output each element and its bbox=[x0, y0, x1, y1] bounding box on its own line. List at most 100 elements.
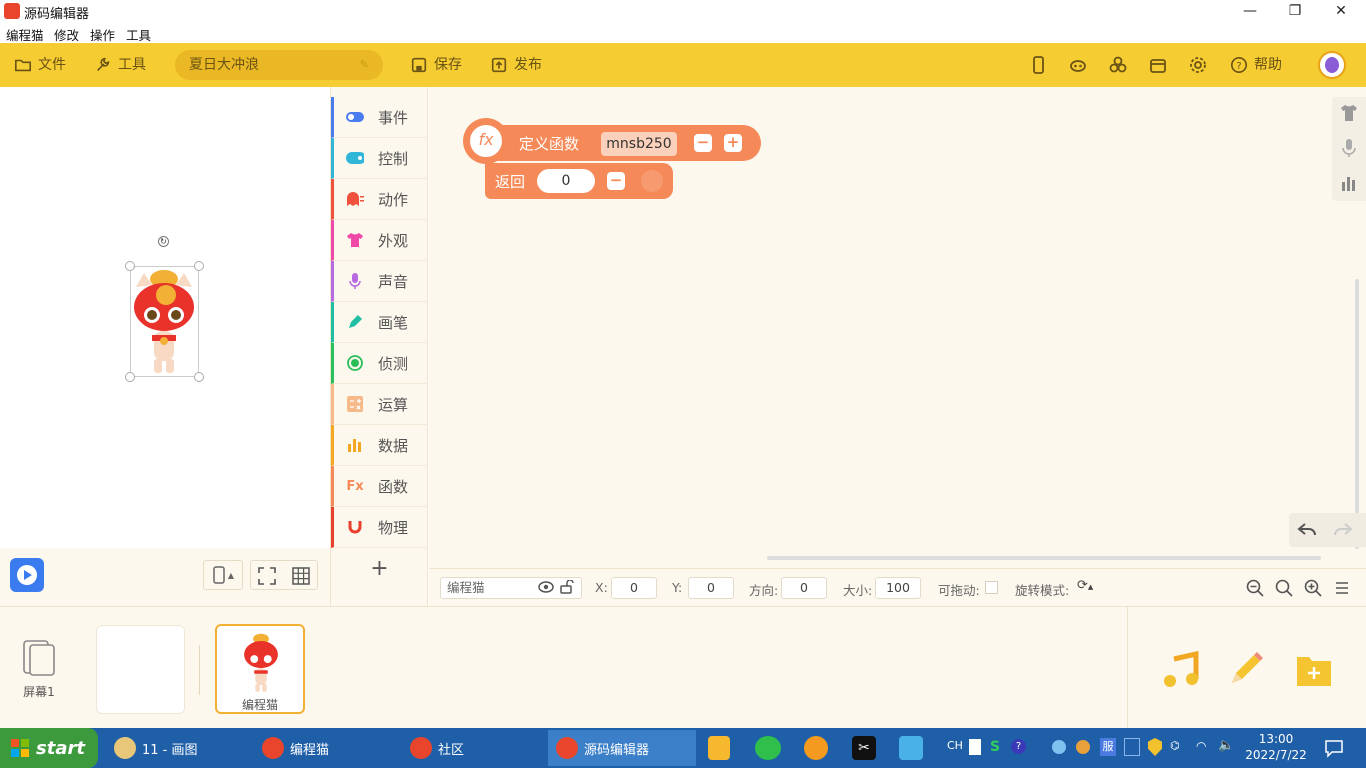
wechat-icon[interactable] bbox=[755, 736, 781, 760]
task-community[interactable]: 社区 bbox=[402, 730, 542, 766]
paint-editor-icon[interactable] bbox=[1226, 649, 1266, 689]
run-button[interactable] bbox=[10, 558, 44, 592]
device-button[interactable] bbox=[1021, 43, 1055, 87]
fx-icon: fx bbox=[478, 130, 494, 149]
undo-icon[interactable] bbox=[1297, 521, 1317, 539]
save-label: 保存 bbox=[434, 57, 462, 73]
rotate-handle-icon[interactable]: ↻ bbox=[158, 236, 169, 247]
rotation-mode-select[interactable]: ⟳▲ bbox=[1077, 578, 1093, 593]
category-data[interactable]: 数据 bbox=[331, 425, 428, 466]
stage[interactable]: ↻ bbox=[10, 87, 330, 548]
music-library-icon[interactable] bbox=[1162, 651, 1200, 689]
return-value-field[interactable]: 0 bbox=[537, 169, 595, 193]
microphone-icon[interactable] bbox=[1342, 139, 1356, 157]
input-language[interactable]: CH bbox=[947, 739, 963, 752]
eye-icon[interactable] bbox=[538, 581, 554, 593]
settings-button[interactable] bbox=[1181, 43, 1215, 87]
add-param-button[interactable]: + bbox=[724, 134, 742, 152]
category-control[interactable]: 控制 bbox=[331, 138, 428, 179]
task-source-editor[interactable]: 源码编辑器 bbox=[548, 730, 696, 766]
tray-cat-icon[interactable] bbox=[1076, 740, 1090, 754]
extensions-button[interactable] bbox=[1101, 43, 1135, 87]
unlock-icon[interactable] bbox=[560, 580, 574, 594]
publish-button[interactable]: 发布 bbox=[490, 43, 542, 87]
close-button[interactable]: ✕ bbox=[1318, 0, 1364, 22]
tray-window-icon[interactable] bbox=[1124, 738, 1140, 756]
category-physics[interactable]: 物理 bbox=[331, 507, 428, 548]
user-avatar[interactable] bbox=[1318, 51, 1346, 79]
file-button[interactable]: 文件 bbox=[14, 43, 66, 87]
tools-button[interactable]: 工具 bbox=[94, 43, 146, 87]
tray-network-icon[interactable]: ⌬ bbox=[1170, 739, 1180, 752]
tray-s-icon[interactable]: S bbox=[990, 739, 1004, 755]
zoom-out-icon[interactable] bbox=[1246, 579, 1264, 597]
avatar-face-icon bbox=[1325, 57, 1339, 73]
category-sensing[interactable]: 侦测 bbox=[331, 343, 428, 384]
background-thumbnail[interactable] bbox=[96, 625, 185, 714]
save-button[interactable]: 保存 bbox=[410, 43, 462, 87]
sprite-thumbnail-codecat[interactable]: 编程猫 bbox=[215, 624, 305, 714]
shirt-icon[interactable] bbox=[1340, 105, 1358, 121]
tray-help-icon[interactable]: ? bbox=[1011, 739, 1026, 754]
project-name-field[interactable]: 夏日大冲浪 ✎ bbox=[175, 50, 383, 80]
remove-param-button[interactable]: − bbox=[694, 134, 712, 152]
add-return-value-icon[interactable] bbox=[641, 170, 663, 192]
menu-codecat[interactable]: 编程猫 bbox=[6, 25, 44, 44]
category-functions[interactable]: Fx 函数 bbox=[331, 466, 428, 507]
task-codecat[interactable]: 编程猫 bbox=[254, 730, 394, 766]
tray-service-icon[interactable]: 服 bbox=[1100, 738, 1116, 756]
menu-tools[interactable]: 工具 bbox=[126, 25, 151, 44]
add-folder-icon[interactable] bbox=[1296, 653, 1332, 687]
function-name-field[interactable]: mnsb250 bbox=[601, 132, 677, 156]
zoom-in-icon[interactable] bbox=[1304, 579, 1322, 597]
code-workspace[interactable]: 定义函数 mnsb250 − + fx 返回 0 − bbox=[429, 87, 1366, 606]
tray-shield-icon[interactable] bbox=[1052, 740, 1066, 754]
draggable-checkbox[interactable] bbox=[985, 581, 998, 594]
horizontal-scrollbar[interactable] bbox=[767, 556, 1321, 560]
define-function-block[interactable]: 定义函数 mnsb250 − + bbox=[469, 125, 761, 161]
app-orange-icon[interactable] bbox=[804, 736, 828, 760]
capcut-icon[interactable]: ✂ bbox=[852, 736, 876, 760]
menu-operate[interactable]: 操作 bbox=[90, 25, 115, 44]
y-input[interactable]: 0 bbox=[688, 577, 734, 599]
notification-icon[interactable] bbox=[1324, 738, 1344, 758]
task-paint[interactable]: 11 - 画图 bbox=[106, 730, 246, 766]
screen-item[interactable]: 屏幕1 bbox=[14, 639, 64, 703]
vertical-scrollbar[interactable] bbox=[1355, 279, 1359, 549]
grid-icon[interactable] bbox=[292, 567, 310, 585]
help-button[interactable]: ? 帮助 bbox=[1230, 43, 1282, 87]
size-input[interactable]: 100 bbox=[875, 577, 921, 599]
minimize-button[interactable]: — bbox=[1227, 0, 1273, 22]
category-events[interactable]: 事件 bbox=[331, 97, 428, 138]
publish-label: 发布 bbox=[514, 57, 542, 73]
redo-icon[interactable] bbox=[1333, 521, 1353, 539]
robot-button[interactable] bbox=[1061, 43, 1095, 87]
fullscreen-icon[interactable] bbox=[258, 567, 276, 585]
x-input[interactable]: 0 bbox=[611, 577, 657, 599]
add-extension-button[interactable]: + bbox=[331, 549, 428, 589]
menu-edit[interactable]: 修改 bbox=[54, 25, 79, 44]
category-pen[interactable]: 画笔 bbox=[331, 302, 428, 343]
direction-input[interactable]: 0 bbox=[781, 577, 827, 599]
package-button[interactable] bbox=[1141, 43, 1175, 87]
return-block[interactable]: 返回 0 − bbox=[485, 163, 673, 199]
tray-doc-icon[interactable] bbox=[969, 739, 981, 755]
category-looks[interactable]: 外观 bbox=[331, 220, 428, 261]
category-operators[interactable]: 运算 bbox=[331, 384, 428, 425]
device-select[interactable]: ▲ bbox=[203, 560, 243, 590]
restore-button[interactable]: ❐ bbox=[1272, 0, 1318, 22]
category-motion[interactable]: 动作 bbox=[331, 179, 428, 220]
zoom-reset-icon[interactable] bbox=[1275, 579, 1293, 597]
menu-icon[interactable] bbox=[1334, 580, 1350, 596]
start-button[interactable]: start bbox=[0, 728, 98, 768]
codecat-sprite[interactable] bbox=[130, 267, 198, 377]
tray-security-icon[interactable] bbox=[1148, 738, 1162, 756]
notes-app-icon[interactable] bbox=[708, 736, 730, 760]
photos-icon[interactable] bbox=[899, 736, 923, 760]
clock[interactable]: 13:00 2022/7/22 bbox=[1244, 731, 1308, 763]
bar-chart-icon[interactable] bbox=[1341, 175, 1357, 191]
category-sound[interactable]: 声音 bbox=[331, 261, 428, 302]
remove-return-button[interactable]: − bbox=[607, 172, 625, 190]
volume-icon[interactable]: 🔈 bbox=[1218, 738, 1234, 753]
wifi-icon[interactable]: ◠ bbox=[1196, 739, 1206, 753]
